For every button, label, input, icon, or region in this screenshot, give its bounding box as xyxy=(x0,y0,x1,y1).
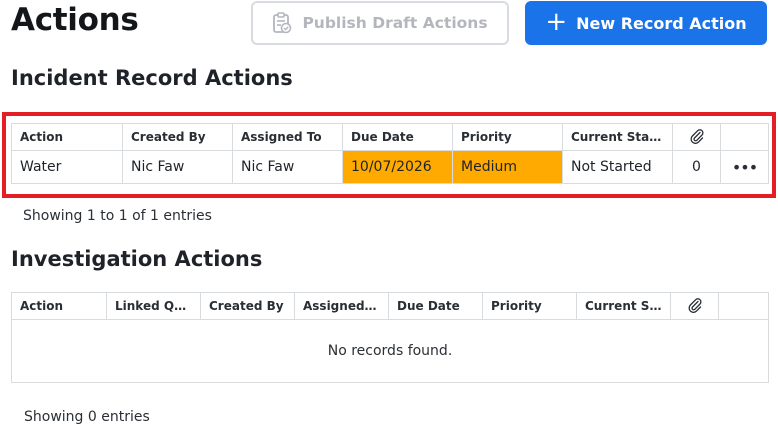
column-header-action[interactable]: Action xyxy=(11,292,107,320)
column-header-created-by[interactable]: Created By xyxy=(200,292,295,320)
column-header-current-status[interactable]: Current Sta... xyxy=(576,292,671,320)
column-header-attachments xyxy=(672,123,721,151)
table-header-row: Action Linked Que... Created By Assigned… xyxy=(11,292,769,320)
column-header-linked-question[interactable]: Linked Que... xyxy=(106,292,201,320)
column-header-menu xyxy=(720,123,769,151)
plus-icon: + xyxy=(545,7,568,37)
investigation-entries-info: Showing 0 entries xyxy=(24,409,150,425)
clipboard-check-icon xyxy=(273,12,292,34)
incident-section-title: Incident Record Actions xyxy=(11,66,293,90)
paperclip-icon xyxy=(689,128,704,144)
more-horizontal-icon[interactable]: ••• xyxy=(720,150,769,184)
column-header-action[interactable]: Action xyxy=(11,123,123,151)
column-header-current-status[interactable]: Current Status xyxy=(562,123,673,151)
cell-attachment-count: 0 xyxy=(672,150,721,184)
column-header-created-by[interactable]: Created By xyxy=(122,123,233,151)
cell-priority: Medium xyxy=(452,150,563,184)
cell-due-date: 10/07/2026 xyxy=(342,150,453,184)
empty-row: No records found. xyxy=(11,319,769,383)
investigation-section-title: Investigation Actions xyxy=(11,247,263,271)
column-header-assigned-to[interactable]: Assigned To xyxy=(294,292,389,320)
column-header-due-date[interactable]: Due Date xyxy=(342,123,453,151)
column-header-priority[interactable]: Priority xyxy=(482,292,577,320)
table-header-row: Action Created By Assigned To Due Date P… xyxy=(11,123,769,151)
publish-draft-actions-label: Publish Draft Actions xyxy=(302,14,488,32)
cell-action[interactable]: Water xyxy=(11,150,123,184)
new-record-action-label: New Record Action xyxy=(576,13,747,33)
no-records-message: No records found. xyxy=(11,319,769,383)
column-header-assigned-to[interactable]: Assigned To xyxy=(232,123,343,151)
cell-created-by: Nic Faw xyxy=(122,150,233,184)
incident-entries-info: Showing 1 to 1 of 1 entries xyxy=(23,208,212,224)
incident-actions-table: Action Created By Assigned To Due Date P… xyxy=(11,123,769,184)
page-title: Actions xyxy=(11,2,139,38)
new-record-action-button[interactable]: + New Record Action xyxy=(525,1,767,45)
paperclip-icon xyxy=(687,297,702,313)
column-header-menu xyxy=(718,292,769,320)
column-header-attachments xyxy=(670,292,719,320)
cell-status: Not Started xyxy=(562,150,673,184)
cell-assigned-to: Nic Faw xyxy=(232,150,343,184)
publish-draft-actions-button[interactable]: Publish Draft Actions xyxy=(251,1,509,45)
investigation-actions-table: Action Linked Que... Created By Assigned… xyxy=(11,292,769,383)
column-header-due-date[interactable]: Due Date xyxy=(388,292,483,320)
column-header-priority[interactable]: Priority xyxy=(452,123,563,151)
table-row[interactable]: Water Nic Faw Nic Faw 10/07/2026 Medium … xyxy=(11,150,769,184)
